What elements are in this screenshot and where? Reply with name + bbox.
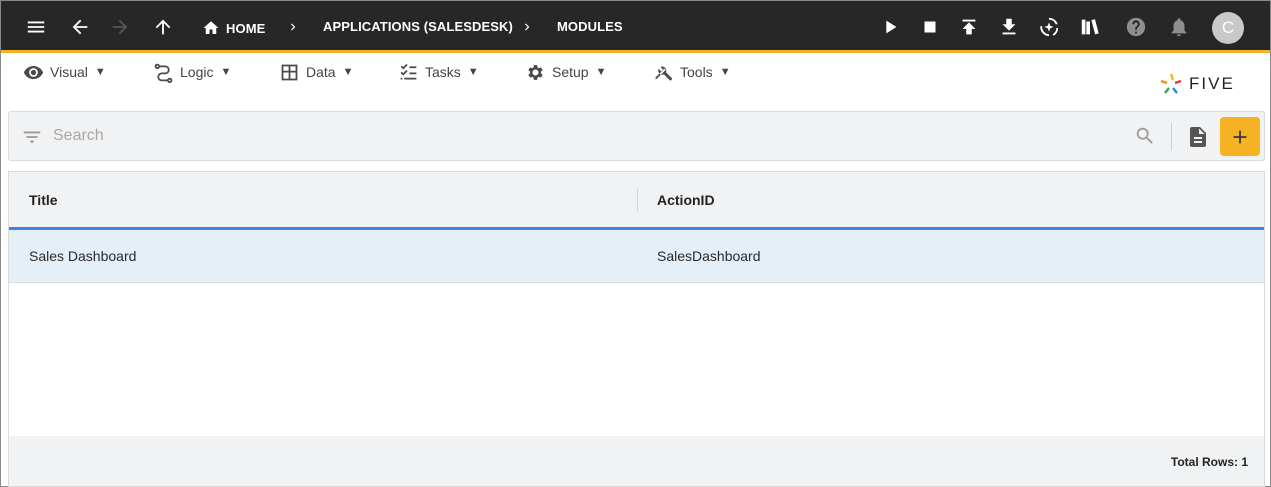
user-avatar[interactable]: C xyxy=(1212,12,1244,44)
plus-icon xyxy=(1233,130,1247,143)
breadcrumb-label: HOME xyxy=(226,20,266,36)
breadcrumb-separator xyxy=(286,18,300,36)
stop-button[interactable] xyxy=(912,9,948,45)
sparkle-sync-icon xyxy=(1040,17,1059,37)
gear-icon xyxy=(528,64,543,80)
play-icon xyxy=(886,20,897,34)
help-button[interactable] xyxy=(1118,9,1154,45)
search-input[interactable] xyxy=(53,122,1113,150)
breadcrumb-home[interactable]: HOME xyxy=(202,19,265,37)
upload-button[interactable] xyxy=(951,9,987,45)
filter-button[interactable] xyxy=(21,126,43,148)
bell-icon xyxy=(1171,18,1187,37)
library-button[interactable] xyxy=(1072,9,1108,45)
caret-down-icon: ▼ xyxy=(595,66,607,78)
eye-icon xyxy=(23,65,44,79)
menu-label: Tools xyxy=(680,64,713,80)
caret-down-icon: ▼ xyxy=(342,66,354,78)
top-app-bar: HOME APPLICATIONS (SALESDESK) MODULES C xyxy=(1,1,1270,53)
document-icon xyxy=(1190,127,1206,147)
breadcrumb-label: MODULES xyxy=(557,19,623,34)
menu-data[interactable]: Data ▼ xyxy=(279,61,353,83)
menu-label: Visual xyxy=(50,64,88,80)
logo-text: FIVE xyxy=(1189,74,1235,93)
menu-label: Tasks xyxy=(425,64,461,80)
menu-logic[interactable]: Logic ▼ xyxy=(153,61,231,83)
notifications-button[interactable] xyxy=(1161,9,1197,45)
forward-button[interactable] xyxy=(102,9,138,45)
breadcrumb-applications[interactable]: APPLICATIONS (SALESDESK) xyxy=(323,19,513,34)
search-bar xyxy=(8,111,1265,161)
column-divider[interactable] xyxy=(637,188,638,212)
chevron-right-icon xyxy=(525,23,530,31)
run-button[interactable] xyxy=(872,9,908,45)
menu-tools[interactable]: Tools ▼ xyxy=(653,61,731,83)
download-icon xyxy=(1002,18,1016,35)
menu-visual[interactable]: Visual ▼ xyxy=(23,61,106,83)
search-button[interactable] xyxy=(1134,125,1158,149)
checklist-icon xyxy=(400,63,417,79)
caret-down-icon: ▼ xyxy=(719,66,731,78)
arrow-left-icon xyxy=(72,19,88,35)
chevron-right-icon xyxy=(291,23,296,31)
home-icon xyxy=(203,21,219,34)
table-icon xyxy=(281,64,298,80)
menu-setup[interactable]: Setup ▼ xyxy=(525,61,606,83)
stop-icon xyxy=(924,21,936,33)
five-star-logo-icon xyxy=(1160,73,1182,94)
hamburger-menu-button[interactable] xyxy=(18,9,54,45)
cell-title: Sales Dashboard xyxy=(29,248,137,264)
menu-label: Setup xyxy=(552,64,589,80)
toolbar-divider xyxy=(1171,123,1172,151)
column-header-title[interactable]: Title xyxy=(29,192,58,208)
up-button[interactable] xyxy=(145,9,181,45)
download-button[interactable] xyxy=(991,9,1027,45)
tools-icon xyxy=(655,66,673,81)
arrow-right-icon xyxy=(112,19,128,35)
column-header-actionid[interactable]: ActionID xyxy=(657,192,715,208)
breadcrumb-modules[interactable]: MODULES xyxy=(557,19,623,34)
arrow-up-icon xyxy=(155,19,171,35)
back-button[interactable] xyxy=(62,9,98,45)
five-logo: FIVE xyxy=(1159,71,1249,97)
table-row[interactable]: Sales Dashboard SalesDashboard xyxy=(9,230,1264,283)
caret-down-icon: ▼ xyxy=(467,66,479,78)
books-icon xyxy=(1081,19,1099,35)
avatar-initial: C xyxy=(1221,18,1235,37)
modules-table: Title ActionID Sales Dashboard SalesDash… xyxy=(8,171,1265,487)
breadcrumb-separator xyxy=(520,18,534,36)
upload-icon xyxy=(962,19,976,35)
table-header: Title ActionID xyxy=(9,172,1264,230)
menu-label: Logic xyxy=(180,64,214,80)
total-rows: Total Rows: 1 xyxy=(1170,455,1248,469)
ai-assistant-button[interactable] xyxy=(1031,9,1067,45)
caret-down-icon: ▼ xyxy=(94,66,106,78)
menu-tasks[interactable]: Tasks ▼ xyxy=(398,61,479,83)
caret-down-icon: ▼ xyxy=(220,66,232,78)
logic-icon xyxy=(154,63,173,83)
help-icon xyxy=(1126,17,1146,37)
add-button[interactable] xyxy=(1220,117,1260,156)
table-footer: Total Rows: 1 xyxy=(9,436,1264,486)
menu-icon xyxy=(27,21,45,33)
menu-label: Data xyxy=(306,64,336,80)
filter-icon xyxy=(23,131,41,143)
cell-actionid: SalesDashboard xyxy=(657,248,761,264)
search-icon xyxy=(1136,127,1153,144)
report-button[interactable] xyxy=(1186,124,1212,150)
breadcrumb-label: APPLICATIONS (SALESDESK) xyxy=(323,19,513,34)
